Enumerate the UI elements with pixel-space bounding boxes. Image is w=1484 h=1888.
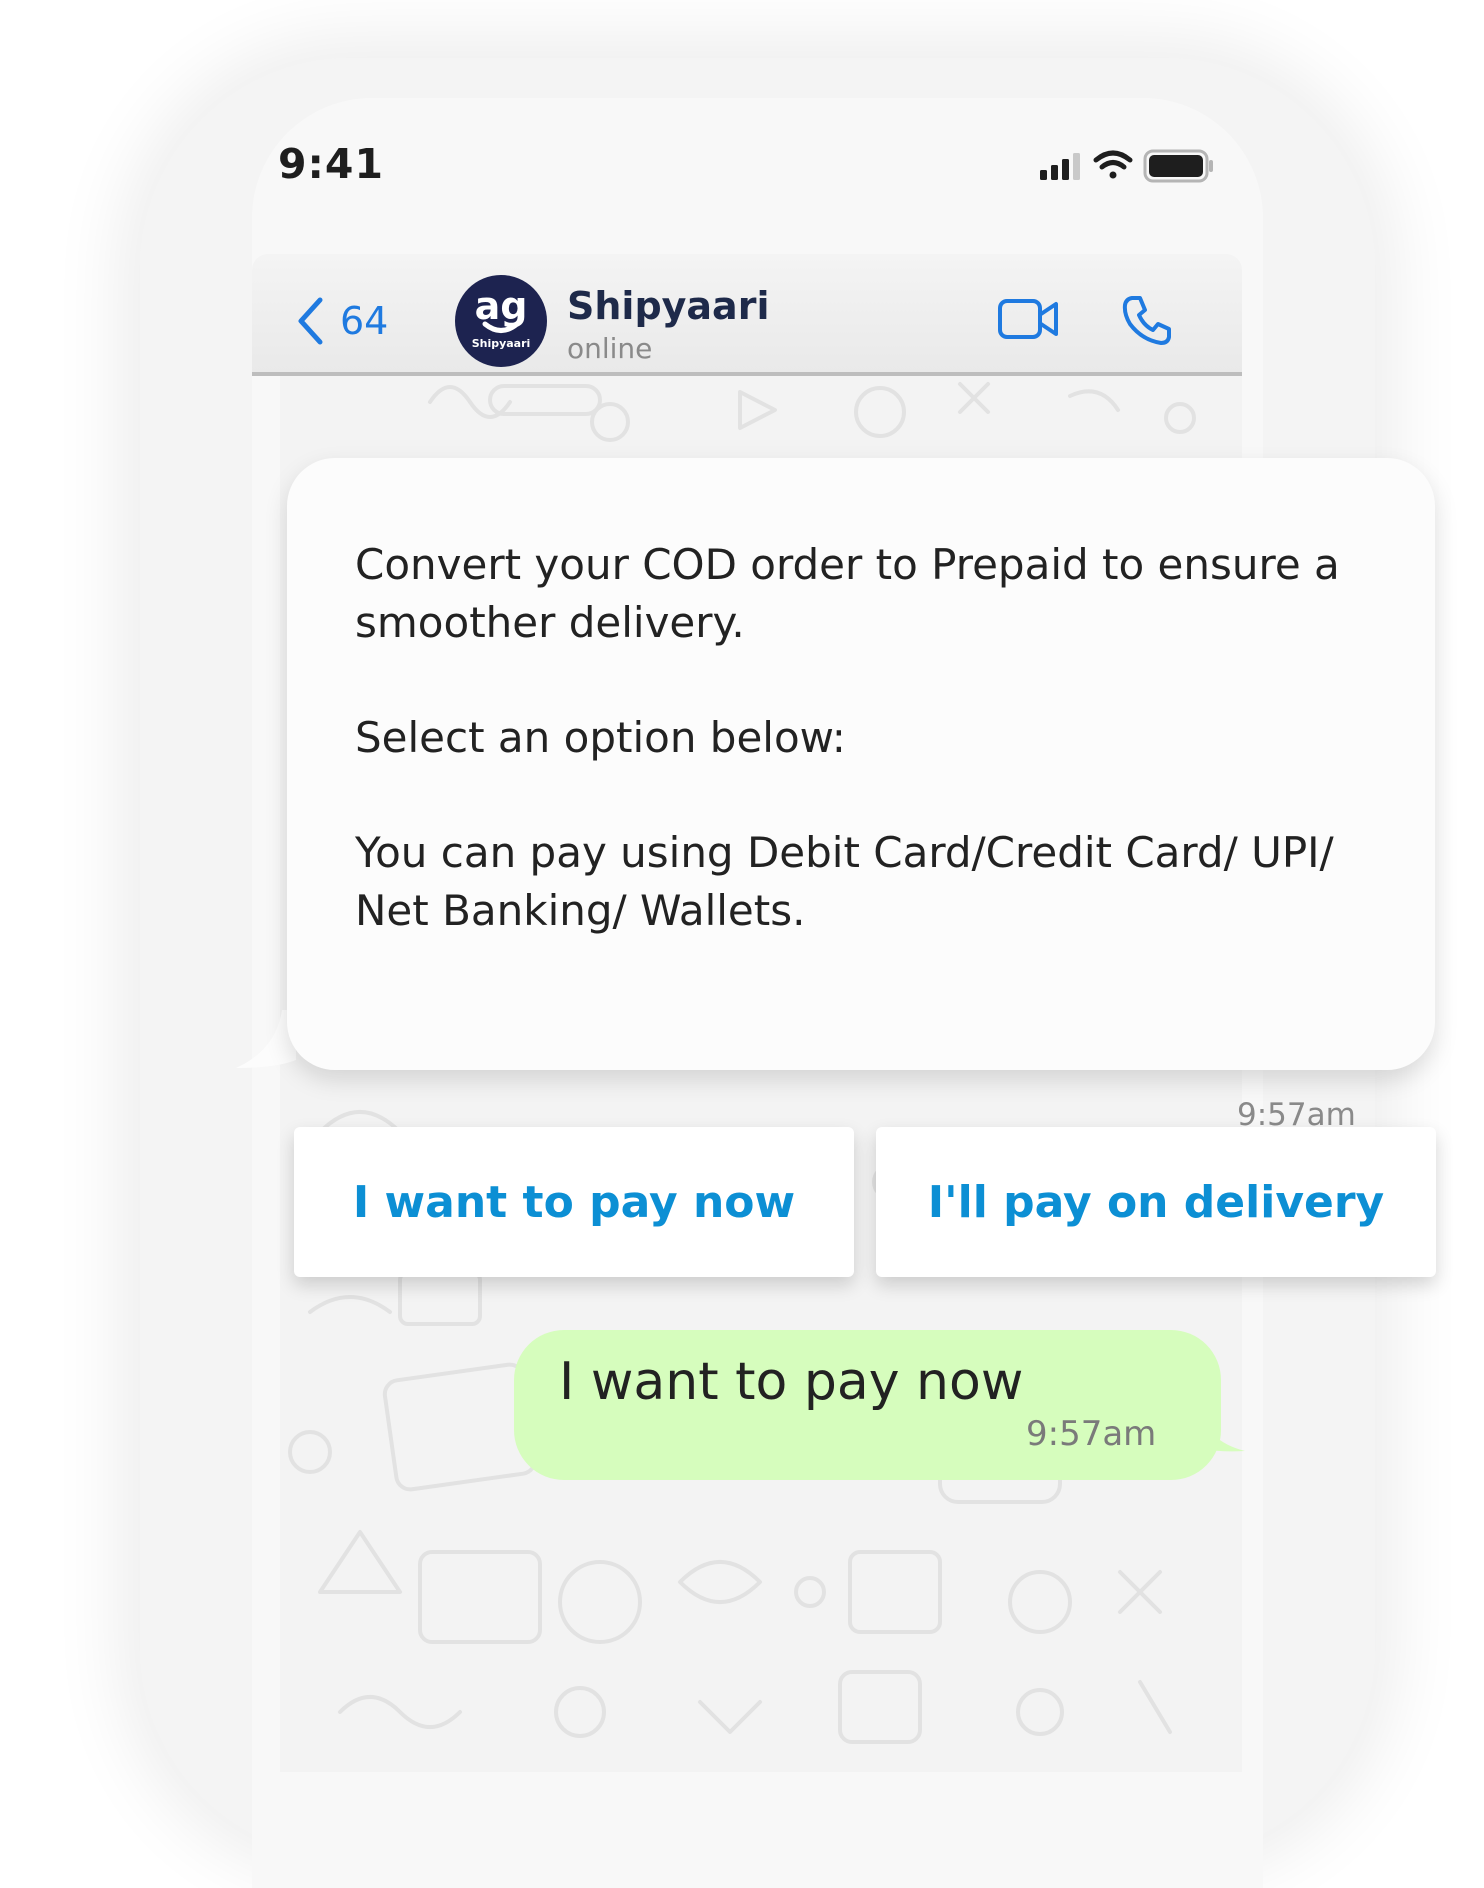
incoming-message-bubble: Convert your COD order to Prepaid to ens… xyxy=(287,458,1435,1070)
status-icons xyxy=(1040,148,1220,188)
avatar-brand-label: Shipyaari xyxy=(471,337,531,350)
wifi-icon xyxy=(1093,150,1133,179)
back-button[interactable]: 64 xyxy=(296,296,388,346)
chat-header: 64 ag Shipyaari Shipyaari online xyxy=(252,254,1242,376)
incoming-message-text: Convert your COD order to Prepaid to ens… xyxy=(355,536,1375,997)
battery-icon xyxy=(1143,149,1213,183)
pay-now-button[interactable]: I want to pay now xyxy=(294,1127,854,1277)
video-camera-icon xyxy=(998,299,1058,339)
outgoing-message-bubble: I want to pay now 9:57am xyxy=(514,1330,1221,1480)
phone-icon xyxy=(1122,296,1171,345)
message-paragraph: Select an option below: xyxy=(355,713,846,762)
status-time: 9:41 xyxy=(278,140,384,188)
svg-text:ag: ag xyxy=(475,284,528,328)
outgoing-message-text: I want to pay now xyxy=(559,1352,1024,1412)
contact-status: online xyxy=(567,332,653,365)
message-paragraph: Convert your COD order to Prepaid to ens… xyxy=(355,540,1340,647)
pay-on-delivery-button[interactable]: I'll pay on delivery xyxy=(876,1127,1436,1277)
shipyaari-logo: ag xyxy=(475,284,528,333)
avatar[interactable]: ag Shipyaari xyxy=(455,275,547,367)
unread-count: 64 xyxy=(340,299,389,343)
contact-name[interactable]: Shipyaari xyxy=(567,284,769,328)
chevron-left-icon xyxy=(298,297,323,345)
signal-icon xyxy=(1040,153,1080,180)
voice-call-button[interactable] xyxy=(1122,294,1172,350)
outgoing-message-time: 9:57am xyxy=(1026,1414,1157,1454)
message-paragraph: You can pay using Debit Card/Credit Card… xyxy=(355,828,1334,935)
video-call-button[interactable] xyxy=(997,298,1059,344)
